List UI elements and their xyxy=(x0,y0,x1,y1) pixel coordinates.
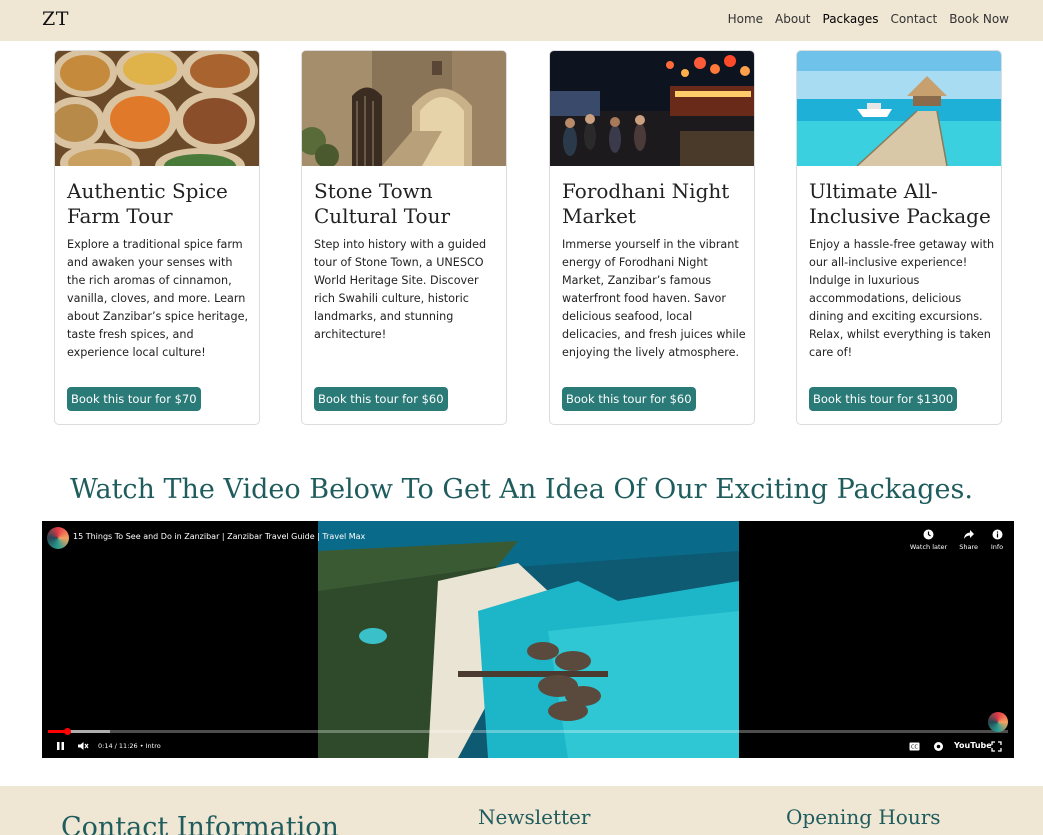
spices-image xyxy=(55,51,259,166)
nav-link-home[interactable]: Home xyxy=(728,12,763,26)
book-tour-button[interactable]: Book this tour for $60 xyxy=(562,387,696,411)
video-player[interactable]: 15 Things To See and Do in Zanzibar | Za… xyxy=(42,521,1014,758)
contact-information-heading: Contact Information xyxy=(61,812,339,835)
book-tour-button[interactable]: Book this tour for $70 xyxy=(67,387,201,411)
fullscreen-icon xyxy=(990,740,1002,752)
tour-card-night-market: Forodhani Night Market Immerse yourself … xyxy=(549,50,755,425)
clock-icon xyxy=(922,527,936,541)
card-description: Immerse yourself in the vibrant energy o… xyxy=(562,238,746,359)
nav-link-book-now[interactable]: Book Now xyxy=(949,12,1009,26)
channel-watermark[interactable] xyxy=(988,712,1008,732)
nav-links: Home About Packages Contact Book Now xyxy=(728,12,1009,26)
nav-link-contact[interactable]: Contact xyxy=(891,12,938,26)
info-icon xyxy=(990,527,1004,541)
share-icon xyxy=(962,527,976,541)
video-frame-aerial-beach[interactable] xyxy=(318,521,739,758)
night-market-image xyxy=(550,51,754,166)
settings-button[interactable] xyxy=(931,739,945,753)
card-title: Authentic Spice Farm Tour xyxy=(67,179,228,228)
svg-text:CC: CC xyxy=(911,744,918,750)
video-actions: Watch later Share Info xyxy=(910,527,1004,551)
watch-later-button[interactable]: Watch later xyxy=(910,527,947,551)
share-label: Share xyxy=(959,543,978,551)
captions-button[interactable]: CC xyxy=(907,739,921,753)
book-tour-button[interactable]: Book this tour for $60 xyxy=(314,387,448,411)
info-button[interactable]: Info xyxy=(990,527,1004,551)
newsletter-heading: Newsletter xyxy=(478,805,591,829)
card-description: Step into history with a guided tour of … xyxy=(314,238,487,341)
tour-card-stone-town: Stone Town Cultural Tour Step into histo… xyxy=(301,50,507,425)
video-progress-bar[interactable] xyxy=(48,728,1008,735)
gear-icon xyxy=(933,741,943,751)
progress-scrubber[interactable] xyxy=(64,728,72,735)
pause-icon xyxy=(56,742,64,750)
mute-button[interactable] xyxy=(76,739,90,753)
nav-link-packages[interactable]: Packages xyxy=(823,12,879,26)
youtube-logo[interactable]: YouTube xyxy=(954,741,992,750)
video-title[interactable]: 15 Things To See and Do in Zanzibar | Za… xyxy=(73,532,365,541)
footer: Contact Information Newsletter Opening H… xyxy=(0,786,1043,835)
beach-pier-image xyxy=(797,51,1001,166)
captions-icon: CC xyxy=(909,742,919,750)
progress-buffered xyxy=(67,730,111,733)
book-tour-button[interactable]: Book this tour for $1300 xyxy=(809,387,958,411)
video-time: 0:14 / 11:26 • Intro xyxy=(98,742,161,750)
navbar: ZT Home About Packages Contact Book Now xyxy=(0,0,1043,41)
card-description: Explore a traditional spice farm and awa… xyxy=(67,238,249,359)
video-controls: 0:14 / 11:26 • Intro CC YouTube xyxy=(42,737,1014,755)
watch-later-label: Watch later xyxy=(909,543,948,551)
brand-logo[interactable]: ZT xyxy=(42,8,69,30)
fullscreen-button[interactable] xyxy=(989,739,1003,753)
pause-button[interactable] xyxy=(53,739,67,753)
card-title: Stone Town Cultural Tour xyxy=(314,179,451,228)
tour-card-all-inclusive: Ultimate All-Inclusive Package Enjoy a h… xyxy=(796,50,1002,425)
volume-muted-icon xyxy=(78,742,89,750)
share-button[interactable]: Share xyxy=(959,527,978,551)
card-description: Enjoy a hassle-free getaway with our all… xyxy=(809,238,995,359)
tour-card-spice: Authentic Spice Farm Tour Explore a trad… xyxy=(54,50,260,425)
stone-archway-image xyxy=(302,51,506,166)
nav-link-about[interactable]: About xyxy=(775,12,810,26)
card-title: Ultimate All-Inclusive Package xyxy=(809,179,991,228)
video-section-heading: Watch The Video Below To Get An Idea Of … xyxy=(70,474,973,505)
card-title: Forodhani Night Market xyxy=(562,179,730,228)
info-label: Info xyxy=(990,543,1004,551)
channel-avatar[interactable] xyxy=(47,527,69,549)
opening-hours-heading: Opening Hours xyxy=(786,805,941,829)
